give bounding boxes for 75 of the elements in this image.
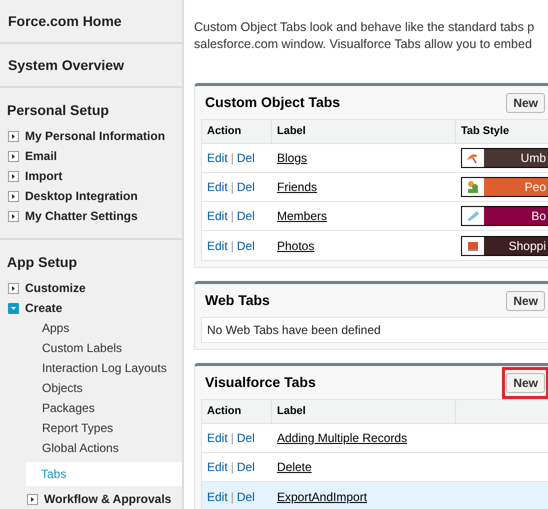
sidebar-item[interactable]: Import xyxy=(25,167,62,185)
edit-link[interactable]: Edit xyxy=(207,429,228,447)
panel-title: Visualforce Tabs xyxy=(204,373,316,392)
sidebar-subitem[interactable]: Interaction Log Layouts xyxy=(42,359,167,377)
link-separator: | xyxy=(230,488,234,506)
edit-link[interactable]: Edit xyxy=(207,149,228,167)
link-separator: | xyxy=(230,459,234,476)
tab-style-name: Bo xyxy=(531,208,546,225)
del-link[interactable]: Del xyxy=(236,207,255,225)
column-header: Label xyxy=(277,404,306,420)
sidebar-item[interactable]: Customize xyxy=(25,279,86,297)
tab-style-name: Peo xyxy=(524,179,546,196)
section-heading: App Setup xyxy=(6,253,78,272)
sidebar-subitem[interactable]: Report Types xyxy=(42,419,114,437)
expand-icon[interactable] xyxy=(8,150,19,162)
section-heading: Personal Setup xyxy=(6,101,110,120)
sidebar-item[interactable]: Create xyxy=(25,299,62,317)
sidebar-subitem[interactable]: Packages xyxy=(42,399,95,417)
expand-icon[interactable] xyxy=(8,282,19,294)
sidebar-link[interactable]: Force.com Home xyxy=(8,10,122,32)
collapse-icon[interactable] xyxy=(8,302,19,314)
edit-link[interactable]: Edit xyxy=(207,178,228,196)
link-separator: | xyxy=(230,430,234,447)
panel-title: Web Tabs xyxy=(204,291,270,310)
link-separator: | xyxy=(230,150,234,167)
empty-message: No Web Tabs have been defined xyxy=(207,322,381,339)
edit-link[interactable]: Edit xyxy=(207,488,228,506)
del-link[interactable]: Del xyxy=(236,149,255,167)
expand-icon[interactable] xyxy=(8,170,19,182)
edit-link[interactable]: Edit xyxy=(207,458,228,476)
del-link[interactable]: Del xyxy=(236,458,255,476)
link-separator: | xyxy=(230,208,234,225)
expand-icon[interactable] xyxy=(8,130,19,142)
tab-label-link[interactable]: Adding Multiple Records xyxy=(277,431,408,445)
sidebar-item[interactable]: Email xyxy=(25,147,58,165)
link-separator: | xyxy=(230,179,234,196)
new-button[interactable]: New xyxy=(506,290,545,310)
sidebar-item[interactable]: My Personal Information xyxy=(25,127,166,145)
expand-icon[interactable] xyxy=(8,210,19,222)
tab-style-name: Shoppi xyxy=(508,238,546,254)
sidebar-subitem[interactable]: Apps xyxy=(42,319,70,337)
del-link[interactable]: Del xyxy=(236,429,255,447)
edit-link[interactable]: Edit xyxy=(207,207,228,225)
tab-label-link[interactable]: Blogs xyxy=(277,151,308,165)
sidebar-subitem[interactable]: Custom Labels xyxy=(42,339,122,357)
table-row[interactable]: Edit | Del ExportAndImport xyxy=(202,482,548,509)
del-link[interactable]: Del xyxy=(236,236,255,254)
column-header: Action xyxy=(207,124,242,140)
column-header: Action xyxy=(207,404,242,420)
column-header: Tab Style xyxy=(461,124,510,140)
sidebar-subitem[interactable]: Objects xyxy=(42,379,83,397)
sidebar-link[interactable]: System Overview xyxy=(8,54,124,76)
new-button[interactable]: New xyxy=(506,92,545,112)
column-header: Label xyxy=(277,124,306,140)
sidebar-item[interactable]: My Chatter Settings xyxy=(25,207,138,225)
del-link[interactable]: Del xyxy=(236,178,255,196)
del-link[interactable]: Del xyxy=(236,488,255,506)
people-icon xyxy=(465,179,481,195)
new-button[interactable]: New xyxy=(506,372,545,392)
panel-title: Custom Object Tabs xyxy=(204,93,340,112)
sidebar-item[interactable]: Desktop Integration xyxy=(25,187,138,205)
tab-label-link[interactable]: Friends xyxy=(277,180,318,194)
description-text: Custom Object Tabs look and behave like the standard tabs p xyxy=(194,19,534,36)
expand-icon[interactable] xyxy=(27,494,38,504)
sidebar-subitem[interactable]: Global Actions xyxy=(42,439,119,457)
tab-label-link[interactable]: Delete xyxy=(277,460,312,474)
expand-icon[interactable] xyxy=(8,190,19,202)
link-separator: | xyxy=(230,238,234,254)
tab-label-link[interactable]: ExportAndImport xyxy=(277,490,368,504)
tab-label-link[interactable]: Members xyxy=(277,209,328,223)
description-text: salesforce.com window. Visualforce Tabs allow you to embed xyxy=(194,36,532,53)
tab-label-link[interactable]: Photos xyxy=(277,238,314,252)
edit-link[interactable]: Edit xyxy=(207,236,228,254)
tab-style-name: Umb xyxy=(520,150,546,167)
sidebar-item[interactable]: Workflow & Approvals xyxy=(44,490,172,508)
